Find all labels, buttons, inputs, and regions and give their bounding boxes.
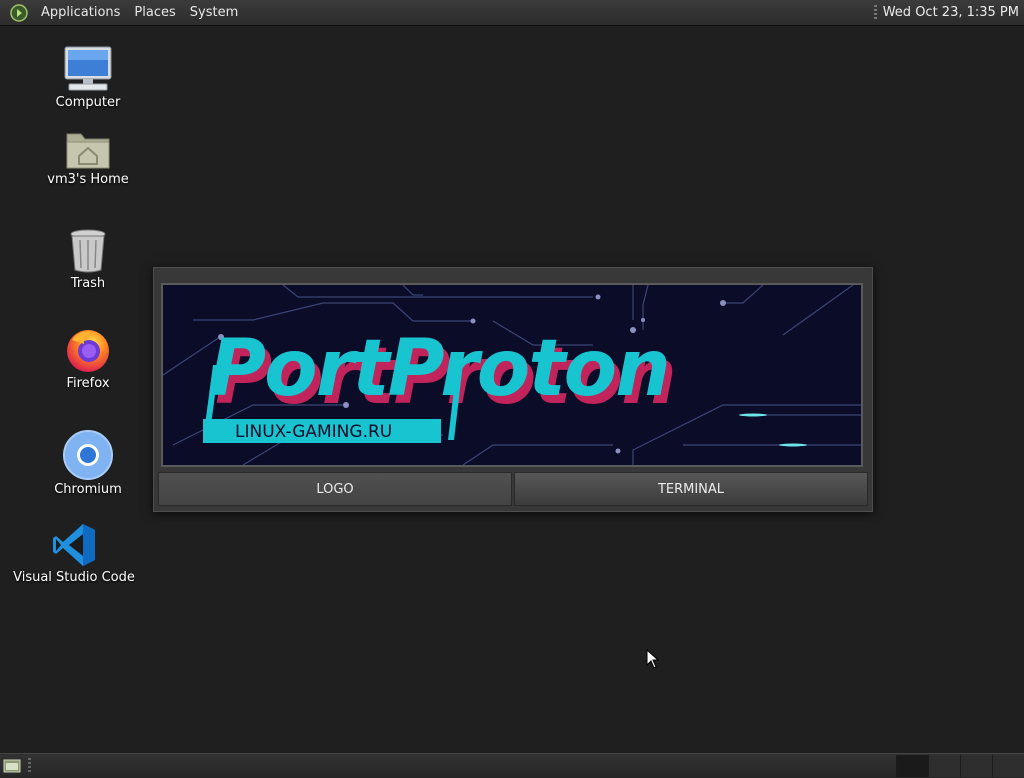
mouse-cursor-icon	[646, 649, 660, 669]
desktop-icon-label: Firefox	[66, 376, 110, 391]
top-panel: Applications Places System Wed Oct 23, 1…	[0, 0, 1024, 26]
clock[interactable]: Wed Oct 23, 1:35 PM	[883, 5, 1019, 20]
firefox-icon	[67, 330, 109, 372]
workspace-switcher	[896, 754, 1024, 778]
desktop-icon-vscode[interactable]: Visual Studio Code	[4, 522, 144, 585]
desktop-icon-label: Visual Studio Code	[13, 570, 135, 585]
portproton-banner: PortProton PortProton LINUX-GAMING.RU	[161, 283, 863, 467]
desktop-icon-trash[interactable]: Trash	[18, 228, 158, 291]
desktop-icon-label: Chromium	[54, 482, 122, 497]
trash-icon	[70, 229, 106, 273]
desktop-icon-computer[interactable]: Computer	[18, 45, 158, 110]
desktop-icon-label: Computer	[55, 95, 121, 110]
computer-icon	[64, 46, 112, 91]
desktop-icon-firefox[interactable]: Firefox	[18, 326, 158, 391]
workspace-2[interactable]	[928, 755, 960, 777]
portproton-logo: PortProton PortProton LINUX-GAMING.RU	[163, 285, 861, 465]
bottom-panel	[0, 753, 1024, 778]
show-desktop-icon[interactable]	[3, 758, 21, 773]
workspace-3[interactable]	[960, 755, 992, 777]
banner-subtitle: LINUX-GAMING.RU	[235, 422, 392, 442]
panel-handle[interactable]	[873, 4, 877, 21]
workspace-1[interactable]	[896, 755, 928, 777]
portproton-window: PortProton PortProton LINUX-GAMING.RU LO…	[153, 267, 873, 512]
desktop-icon-home[interactable]: vm3's Home	[18, 128, 158, 187]
workspace-4[interactable]	[992, 755, 1024, 777]
system-menu[interactable]: System	[183, 5, 245, 20]
home-folder-icon	[66, 133, 110, 169]
banner-title: PortProton	[209, 324, 669, 414]
vscode-icon	[53, 524, 95, 566]
terminal-button[interactable]: TERMINAL	[514, 472, 868, 506]
desktop-icon-chromium[interactable]: Chromium	[18, 430, 158, 497]
panel-handle[interactable]	[28, 758, 31, 774]
desktop-icon-label: vm3's Home	[47, 172, 129, 187]
portproton-button-bar: LOGO TERMINAL	[157, 472, 869, 508]
desktop-icon-label: Trash	[70, 276, 106, 291]
places-menu[interactable]: Places	[127, 5, 182, 20]
mate-menu-icon[interactable]	[10, 3, 28, 22]
chromium-icon	[63, 430, 113, 480]
applications-menu[interactable]: Applications	[34, 5, 127, 20]
logo-button[interactable]: LOGO	[158, 472, 512, 506]
